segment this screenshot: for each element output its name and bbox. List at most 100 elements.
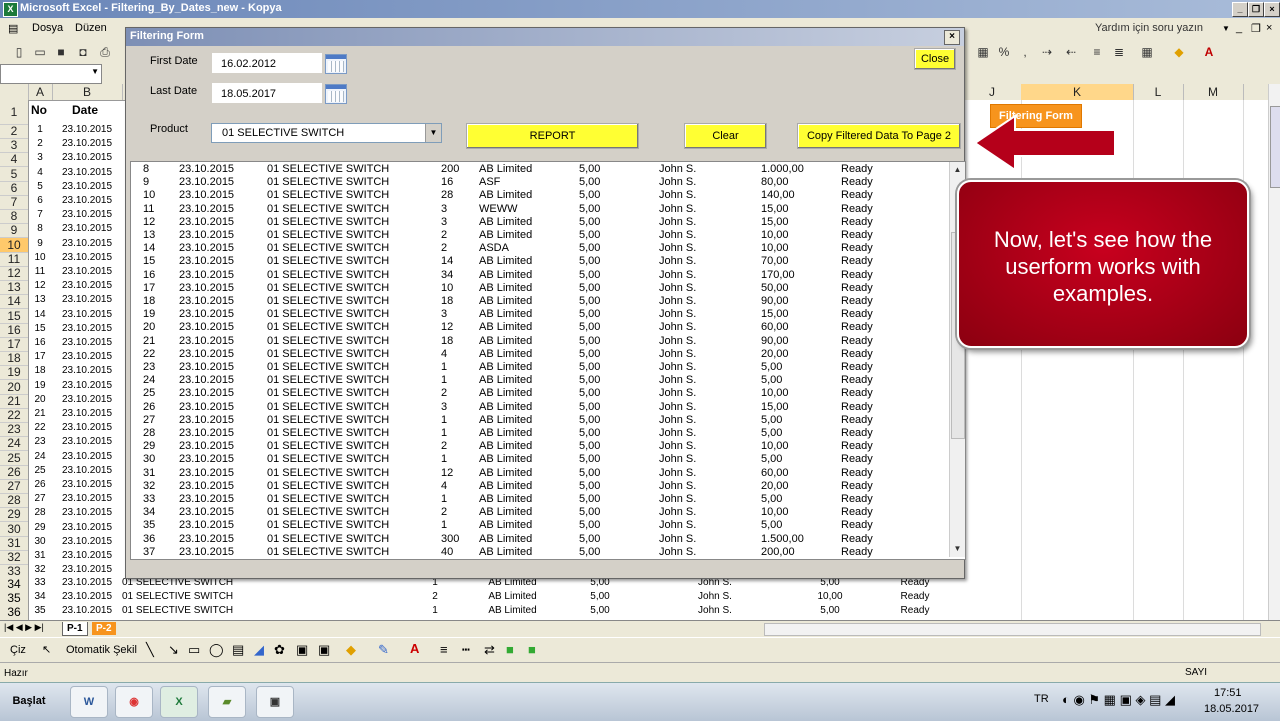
cell-no[interactable]: 16 [28, 337, 52, 348]
cell-date[interactable]: 23.10.2015 [52, 394, 122, 405]
list-item[interactable]: 24 23.10.2015 01 SELECTIVE SWITCH 1 AB Limit… [131, 374, 946, 387]
app-icon[interactable]: ▰ [208, 686, 246, 718]
increase-decimal-icon[interactable]: ⇢ [1040, 45, 1054, 59]
line-color-icon[interactable]: ✎ [378, 642, 389, 658]
product-combobox[interactable]: 01 SELECTIVE SWITCH ▼ [211, 123, 442, 143]
row-header[interactable]: 13 [0, 280, 28, 296]
calendar-icon[interactable] [325, 54, 347, 74]
cell-date[interactable]: 23.10.2015 [52, 493, 122, 504]
cell-no[interactable]: 23 [28, 436, 52, 447]
cell-no[interactable]: 29 [28, 522, 52, 533]
cell-date[interactable]: 23.10.2015 [52, 138, 122, 149]
cell-date[interactable]: 23.10.2015 [52, 181, 122, 192]
cell-date[interactable]: 23.10.2015 [52, 436, 122, 447]
cell-qty[interactable]: 2 [405, 591, 465, 605]
cell-person[interactable]: John S. [660, 605, 770, 619]
cell-date[interactable]: 23.10.2015 [52, 238, 122, 249]
excel-task-icon[interactable]: X [160, 686, 198, 718]
dash-style-icon[interactable]: ┅ [462, 642, 470, 658]
cell-no[interactable]: 12 [28, 280, 52, 291]
scroll-up-icon[interactable]: ▲ [952, 164, 963, 175]
decrease-decimal-icon[interactable]: ⇠ [1064, 45, 1078, 59]
list-item[interactable]: 16 23.10.2015 01 SELECTIVE SWITCH 34 AB Limi… [131, 269, 946, 282]
cell-date[interactable]: 23.10.2015 [52, 550, 122, 561]
line-style-icon[interactable]: ≡ [440, 642, 448, 657]
tab-p1[interactable]: P-1 [62, 622, 88, 636]
cell-no[interactable]: 19 [28, 380, 52, 391]
list-item[interactable]: 20 23.10.2015 01 SELECTIVE SWITCH 12 AB Limi… [131, 321, 946, 334]
cell-date[interactable]: 23.10.2015 [52, 209, 122, 220]
list-item[interactable]: 27 23.10.2015 01 SELECTIVE SWITCH 1 AB Limit… [131, 414, 946, 427]
cell-date[interactable]: 23.10.2015 [52, 536, 122, 547]
permission-icon[interactable]: ◘ [76, 45, 90, 59]
cell-no[interactable]: 10 [28, 252, 52, 263]
cell-price[interactable]: 5,00 [560, 591, 640, 605]
list-item[interactable]: 29 23.10.2015 01 SELECTIVE SWITCH 2 AB Limit… [131, 440, 946, 453]
help-search-box[interactable]: Yardım için soru yazın [1095, 22, 1203, 34]
close-window-icon[interactable]: × [1264, 2, 1280, 17]
cell-date[interactable]: 23.10.2015 [52, 408, 122, 419]
cell-no[interactable]: 17 [28, 351, 52, 362]
report-button[interactable]: REPORT [466, 123, 639, 149]
cell-no[interactable]: 15 [28, 323, 52, 334]
cell-date[interactable]: 23.10.2015 [52, 309, 122, 320]
clear-button[interactable]: Clear [684, 123, 767, 149]
cell-total[interactable]: 5,00 [790, 577, 870, 591]
row-header[interactable]: 12 [0, 266, 28, 281]
list-item[interactable]: 37 23.10.2015 01 SELECTIVE SWITCH 40 AB Limi… [131, 546, 946, 559]
doc-close-icon[interactable]: × [1266, 22, 1272, 34]
last-date-field[interactable]: 18.05.2017 [212, 83, 322, 103]
cell-no[interactable]: 30 [28, 536, 52, 547]
clipart-icon[interactable]: ▣ [296, 642, 308, 658]
namebox-chevron-icon[interactable]: ▼ [91, 67, 99, 76]
cell-no[interactable]: 21 [28, 408, 52, 419]
list-item[interactable]: 36 23.10.2015 01 SELECTIVE SWITCH 300 AB Lim… [131, 533, 946, 546]
row-header[interactable]: 4 [0, 152, 28, 168]
first-date-field[interactable]: 16.02.2012 [212, 53, 322, 73]
cell-company[interactable]: AB Limited [465, 591, 560, 605]
textbox-icon[interactable]: ▤ [232, 642, 244, 658]
cell-no[interactable]: 8 [28, 223, 52, 234]
list-item[interactable]: 21 23.10.2015 01 SELECTIVE SWITCH 18 AB Limi… [131, 335, 946, 348]
borders-icon[interactable]: ▦ [1140, 45, 1154, 59]
cell-no[interactable]: 28 [28, 507, 52, 518]
cell-qty[interactable]: 1 [405, 605, 465, 619]
cell-status[interactable]: Ready [870, 591, 960, 605]
row-header[interactable]: 36 [0, 605, 28, 619]
cell-no[interactable]: 33 [28, 577, 52, 591]
shadow-icon[interactable]: ■ [506, 642, 514, 657]
row-header[interactable]: 28 [0, 493, 28, 509]
cell-total[interactable]: 10,00 [790, 591, 870, 605]
cell-no[interactable]: 20 [28, 394, 52, 405]
chevron-down-icon[interactable]: ▼ [425, 124, 441, 142]
autoshapes-menu[interactable]: Otomatik Şekil [66, 644, 137, 656]
restore-icon[interactable]: ❐ [1248, 2, 1264, 17]
list-item[interactable]: 23 23.10.2015 01 SELECTIVE SWITCH 1 AB Limit… [131, 361, 946, 374]
scroll-thumb[interactable] [1270, 106, 1280, 188]
cell-no[interactable]: 32 [28, 564, 52, 575]
list-item[interactable]: 22 23.10.2015 01 SELECTIVE SWITCH 4 AB Limit… [131, 348, 946, 361]
minimize-icon[interactable]: _ [1232, 2, 1248, 17]
row-header[interactable]: 5 [0, 167, 28, 182]
arrow-style-icon[interactable]: ⇄ [484, 642, 495, 658]
row-header[interactable]: 11 [0, 252, 28, 267]
cell-date[interactable]: 23.10.2015 [52, 195, 122, 206]
draw-menu[interactable]: Çiz [10, 644, 26, 656]
copy-filtered-data-button[interactable]: Copy Filtered Data To Page 2 [797, 123, 961, 149]
row-header[interactable]: 22 [0, 408, 28, 423]
cell-no[interactable]: 4 [28, 167, 52, 178]
cell-date[interactable]: 23.10.2015 [52, 564, 122, 575]
cell-date[interactable]: 23.10.2015 [52, 280, 122, 291]
clock-date[interactable]: 18.05.2017 [1204, 703, 1259, 715]
list-item[interactable]: 9 23.10.2015 01 SELECTIVE SWITCH 16 ASF 5,00 J… [131, 176, 946, 189]
comma-style-icon[interactable]: , [1018, 45, 1032, 59]
row-header-1[interactable]: 1 [0, 100, 28, 125]
column-header-a[interactable]: A [28, 84, 53, 100]
cell-status[interactable]: Ready [870, 605, 960, 619]
cell-no[interactable]: 13 [28, 294, 52, 305]
list-item[interactable]: 14 23.10.2015 01 SELECTIVE SWITCH 2 ASDA 5,00… [131, 242, 946, 255]
list-item[interactable]: 35 23.10.2015 01 SELECTIVE SWITCH 1 AB Limit… [131, 519, 946, 532]
cell-price[interactable]: 5,00 [560, 605, 640, 619]
list-item[interactable]: 31 23.10.2015 01 SELECTIVE SWITCH 12 AB Limi… [131, 467, 946, 480]
cell-company[interactable]: AB Limited [465, 605, 560, 619]
